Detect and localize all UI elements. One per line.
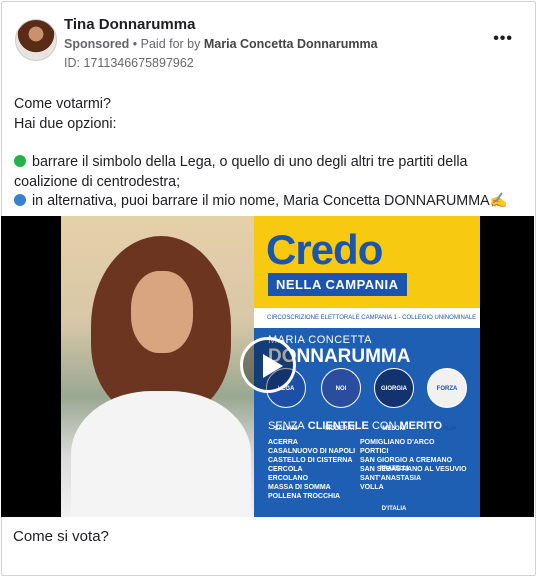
- town: CERCOLA: [268, 466, 303, 473]
- option-2: in alternativa, puoi barrare il mio nome…: [14, 192, 524, 212]
- slogan-b: CLIENTELE: [307, 420, 369, 432]
- green-circle-icon: [14, 155, 26, 167]
- slogan-c: CON: [371, 420, 397, 432]
- post-line-1: Come votarmi?: [14, 96, 111, 112]
- town: POMIGLIANO D'ARCO: [360, 439, 435, 446]
- video-media[interactable]: Credo NELLA CAMPANIA CIRCOSCRIZIONE ELET…: [1, 216, 534, 517]
- town: PORTICI: [360, 448, 389, 455]
- video-caption: Come si vota?: [13, 528, 109, 545]
- more-options-icon[interactable]: •••: [493, 30, 513, 48]
- option-1-text: barrare il simbolo della Lega, o quello …: [14, 154, 468, 190]
- poster-slogan: SENZA CLIENTELE CON MERITO: [268, 420, 442, 432]
- post-line-2: Hai due opzioni:: [14, 115, 117, 132]
- town: CASTELLO DI CISTERNA: [268, 457, 353, 464]
- town: MASSA DI SOMMA: [268, 484, 331, 491]
- town: ERCOLANO: [268, 475, 309, 482]
- slogan-d: MERITO: [399, 420, 443, 432]
- forza-italia-logo-icon: FORZA ITALIA BERLUSCONI: [427, 368, 468, 472]
- town: SAN GIORGIO A CREMANO: [360, 457, 453, 464]
- blue-circle-icon: [14, 194, 26, 206]
- poster-subheadline: NELLA CAMPANIA: [268, 273, 407, 296]
- slogan-a: SENZA: [268, 420, 305, 432]
- towns-right: POMIGLIANO D'ARCO PORTICI SAN GIORGIO A …: [360, 438, 467, 492]
- town: VOLLA: [360, 484, 384, 491]
- paid-for-prefix: • Paid for by: [132, 37, 201, 51]
- post-text: Come votarmi? Hai due opzioni: barrare i…: [14, 95, 524, 212]
- poster-circoscrizione: CIRCOSCRIZIONE ELETTORALE CAMPANIA 1 - C…: [254, 308, 480, 341]
- sponsored-line: Sponsored • Paid for by Maria Concetta D…: [64, 37, 378, 51]
- ad-id: ID: 1711346675897962: [64, 56, 194, 70]
- candidate-photo: [61, 216, 254, 517]
- fratelli-italia-logo-icon: GIORGIA MELONI FRATELLI D'ITALIA: [374, 368, 414, 512]
- sponsored-label: Sponsored: [64, 37, 130, 51]
- town: SAN SEBASTIANO AL VESUVIO: [360, 466, 467, 473]
- payer-name: Maria Concetta Donnarumma: [203, 37, 378, 51]
- option-1: barrare il simbolo della Lega, o quello …: [14, 153, 524, 192]
- party-logos: LEGA SALVINI NOI MODERATI GIORGIA MELONI…: [266, 368, 476, 512]
- town: CASALNUOVO DI NAPOLI: [268, 448, 356, 455]
- play-icon[interactable]: [240, 337, 296, 393]
- town: POLLENA TROCCHIA: [268, 493, 341, 500]
- option-2-text: in alternativa, puoi barrare il mio nome…: [32, 193, 508, 209]
- town: SANT'ANASTASIA: [360, 475, 422, 482]
- author-name[interactable]: Tina Donnarumma: [64, 16, 195, 33]
- poster-headline: Credo: [266, 226, 383, 273]
- towns-left: ACERRA CASALNUOVO DI NAPOLI CASTELLO DI …: [268, 438, 355, 501]
- avatar[interactable]: [15, 19, 57, 61]
- town: ACERRA: [268, 439, 298, 446]
- noi-moderati-logo-icon: NOI MODERATI: [321, 368, 361, 432]
